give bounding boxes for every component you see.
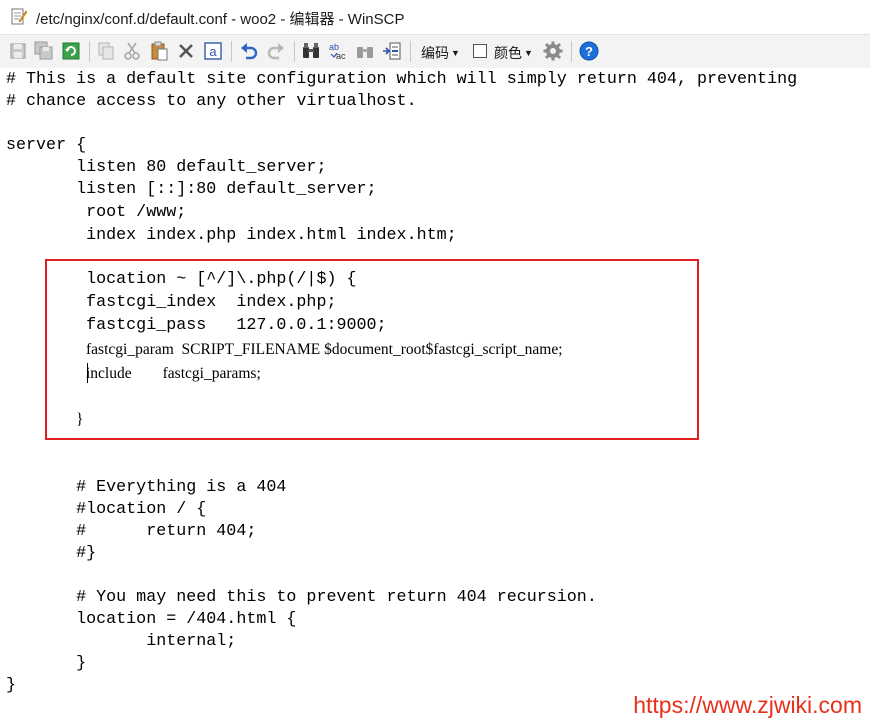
find-next-icon[interactable] — [355, 41, 375, 61]
redo-icon[interactable] — [266, 41, 286, 61]
save-icon[interactable] — [8, 41, 28, 61]
undo-icon[interactable] — [239, 41, 259, 61]
encoding-dropdown[interactable]: 编码 ▼ — [421, 43, 460, 63]
chevron-down-icon: ▼ — [451, 48, 460, 58]
paste-icon[interactable] — [149, 41, 169, 61]
toolbar-separator — [89, 41, 90, 62]
find-icon[interactable] — [301, 41, 321, 61]
svg-text:a: a — [209, 44, 217, 59]
code-line: location = /404.html { — [6, 610, 297, 629]
help-icon[interactable]: ? — [579, 41, 599, 61]
editor-file-icon — [11, 8, 28, 26]
watermark: https://www.zjwiki.com — [633, 692, 862, 719]
title-bar: /etc/nginx/conf.d/default.conf - woo2 - … — [0, 0, 870, 34]
code-line: #location / { — [6, 500, 207, 519]
toolbar-separator — [571, 41, 572, 62]
reload-icon[interactable] — [61, 41, 81, 61]
code-line: server { — [6, 136, 87, 155]
code-line: internal; — [6, 632, 237, 651]
code-line: # return 404; — [6, 522, 257, 541]
code-line: # You may need this to prevent return 40… — [6, 588, 597, 607]
svg-text:?: ? — [585, 44, 593, 59]
code-line: # chance access to any other virtualhost… — [6, 92, 417, 111]
toolbar-separator — [231, 41, 232, 62]
delete-icon[interactable] — [176, 41, 196, 61]
select-all-icon[interactable]: a — [203, 41, 223, 61]
window-title: /etc/nginx/conf.d/default.conf - woo2 - … — [36, 11, 405, 28]
toolbar-separator — [294, 41, 295, 62]
code-line: } — [6, 676, 17, 695]
code-line: # This is a default site configuration w… — [6, 70, 798, 89]
watermark-url: https://www.zjwiki.com — [633, 692, 862, 718]
code-line: listen [::]:80 default_server; — [6, 180, 377, 199]
chevron-down-icon: ▼ — [524, 48, 533, 58]
code-line: listen 80 default_server; — [6, 158, 327, 177]
gear-icon[interactable] — [543, 41, 563, 61]
toolbar-separator — [410, 41, 411, 62]
copy-icon[interactable] — [96, 41, 116, 61]
save-all-icon[interactable] — [34, 41, 54, 61]
code-line: } — [6, 654, 87, 673]
goto-line-icon[interactable] — [382, 41, 402, 61]
code-line: index index.php index.html index.htm; — [6, 226, 457, 245]
code-line: # Everything is a 404 — [6, 478, 287, 497]
replace-icon[interactable]: ab ac — [328, 41, 348, 61]
color-dropdown[interactable]: 颜色 ▼ — [494, 43, 533, 63]
code-line: root /www; — [6, 203, 187, 222]
highlight-box — [45, 259, 699, 440]
code-line: #} — [6, 544, 97, 563]
svg-text:ac: ac — [336, 51, 346, 61]
toolbar: a ab ac 编码 ▼ 颜色 ▼ ? — [0, 34, 870, 69]
color-checkbox[interactable] — [473, 44, 487, 58]
cut-icon[interactable] — [122, 41, 142, 61]
